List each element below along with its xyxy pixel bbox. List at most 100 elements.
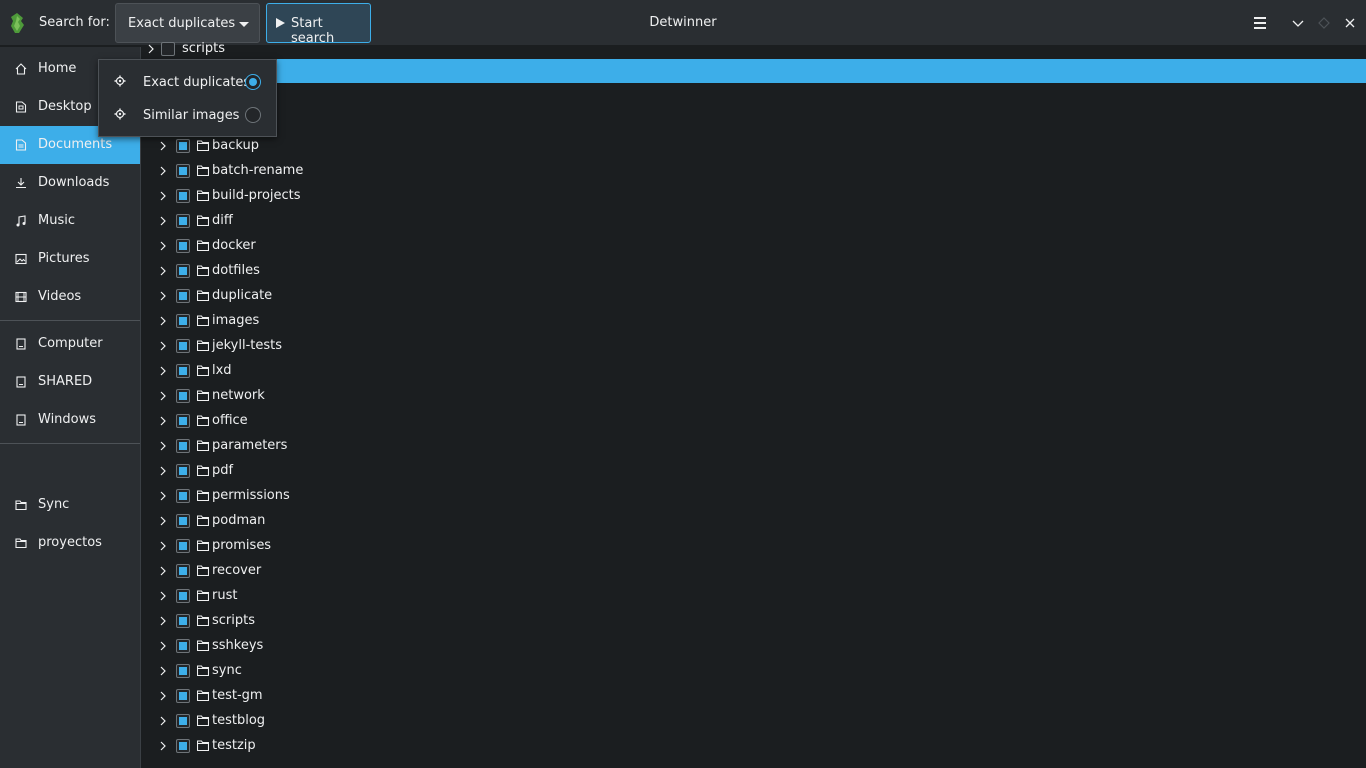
chevron-right-icon[interactable] — [159, 516, 167, 526]
tree-checkbox[interactable] — [176, 239, 190, 253]
tree-row[interactable]: testzip — [141, 734, 741, 759]
tree-row[interactable]: batch-rename — [141, 159, 741, 184]
tree-row[interactable]: scripts — [141, 609, 741, 634]
chevron-right-icon[interactable] — [159, 166, 167, 176]
option-exact-duplicates[interactable]: Exact duplicates — [99, 66, 276, 98]
chevron-right-icon[interactable] — [159, 441, 167, 451]
tree-row[interactable]: pdf — [141, 459, 741, 484]
tree-checkbox[interactable] — [176, 164, 190, 178]
sidebar-item-music[interactable]: Music — [0, 202, 140, 240]
tree-checkbox[interactable] — [176, 264, 190, 278]
sidebar-item-label: Videos — [38, 289, 82, 304]
tree-row[interactable]: sync — [141, 659, 741, 684]
tree-row[interactable]: parameters — [141, 434, 741, 459]
tree-row[interactable]: recover — [141, 559, 741, 584]
tree-row[interactable]: docker — [141, 234, 741, 259]
tree-checkbox[interactable] — [176, 464, 190, 478]
chevron-right-icon[interactable] — [159, 566, 167, 576]
tree-checkbox[interactable] — [176, 664, 190, 678]
chevron-right-icon[interactable] — [159, 491, 167, 501]
option-similar-images[interactable]: Similar images — [99, 99, 276, 131]
tree-checkbox[interactable] — [176, 589, 190, 603]
hamburger-menu-button[interactable] — [1248, 11, 1272, 35]
drive-icon — [16, 414, 26, 426]
tree-checkbox[interactable] — [176, 364, 190, 378]
chevron-right-icon[interactable] — [159, 716, 167, 726]
tree-checkbox[interactable] — [176, 539, 190, 553]
chevron-right-icon[interactable] — [159, 291, 167, 301]
tree-row[interactable]: backup — [141, 134, 741, 159]
chevron-right-icon[interactable] — [159, 541, 167, 551]
folder-name: batch-rename — [212, 163, 304, 178]
tree-row[interactable]: jekyll-tests — [141, 334, 741, 359]
chevron-right-icon[interactable] — [159, 191, 167, 201]
chevron-right-icon[interactable] — [159, 466, 167, 476]
tree-checkbox[interactable] — [176, 639, 190, 653]
chevron-right-icon[interactable] — [159, 641, 167, 651]
sidebar-item-downloads[interactable]: Downloads — [0, 164, 140, 202]
tree-row[interactable]: test-gm — [141, 684, 741, 709]
tree-checkbox[interactable] — [161, 42, 175, 56]
tree-row[interactable]: images — [141, 309, 741, 334]
tree-checkbox[interactable] — [176, 489, 190, 503]
tree-checkbox[interactable] — [176, 614, 190, 628]
sidebar-item-pictures[interactable]: Pictures — [0, 240, 140, 278]
sidebar-item-videos[interactable]: Videos — [0, 278, 140, 316]
tree-checkbox[interactable] — [176, 314, 190, 328]
tree-checkbox[interactable] — [176, 139, 190, 153]
tree-row[interactable]: permissions — [141, 484, 741, 509]
tree-row[interactable]: duplicate — [141, 284, 741, 309]
chevron-right-icon[interactable] — [159, 616, 167, 626]
chevron-right-icon[interactable] — [159, 266, 167, 276]
tree-row[interactable]: lxd — [141, 359, 741, 384]
tree-checkbox[interactable] — [176, 289, 190, 303]
tree-row[interactable]: rust — [141, 584, 741, 609]
tree-checkbox[interactable] — [176, 214, 190, 228]
chevron-right-icon[interactable] — [159, 391, 167, 401]
chevron-right-icon[interactable] — [159, 216, 167, 226]
chevron-right-icon[interactable] — [159, 666, 167, 676]
tree-row[interactable]: build-projects — [141, 184, 741, 209]
sidebar-item-computer[interactable]: Computer — [0, 325, 140, 363]
tree-row[interactable]: office — [141, 409, 741, 434]
tree-row[interactable]: promises — [141, 534, 741, 559]
tree-row[interactable]: network — [141, 384, 741, 409]
selected-row[interactable] — [141, 59, 1366, 83]
folder-icon — [197, 590, 209, 601]
tree-checkbox[interactable] — [176, 189, 190, 203]
maximize-button[interactable] — [1312, 11, 1336, 35]
tree-checkbox[interactable] — [176, 389, 190, 403]
radio-button[interactable] — [245, 107, 261, 123]
tree-checkbox[interactable] — [176, 414, 190, 428]
sidebar-item-sync[interactable]: Sync — [0, 486, 140, 524]
chevron-right-icon[interactable] — [159, 316, 167, 326]
close-button[interactable] — [1338, 11, 1362, 35]
tree-checkbox[interactable] — [176, 739, 190, 753]
chevron-right-icon[interactable] — [159, 691, 167, 701]
chevron-right-icon[interactable] — [159, 341, 167, 351]
tree-checkbox[interactable] — [176, 564, 190, 578]
minimize-button[interactable] — [1286, 11, 1310, 35]
sidebar-item-shared[interactable]: SHARED — [0, 363, 140, 401]
tree-checkbox[interactable] — [176, 714, 190, 728]
tree-row[interactable]: diff — [141, 209, 741, 234]
sidebar-item-windows[interactable]: Windows — [0, 401, 140, 439]
chevron-right-icon[interactable] — [159, 741, 167, 751]
chevron-right-icon[interactable] — [159, 366, 167, 376]
sidebar-item-proyectos[interactable]: proyectos — [0, 524, 140, 562]
tree-row[interactable]: testblog — [141, 709, 741, 734]
chevron-right-icon[interactable] — [159, 241, 167, 251]
tree-checkbox[interactable] — [176, 514, 190, 528]
chevron-right-icon[interactable] — [159, 591, 167, 601]
folder-name: network — [212, 388, 265, 403]
chevron-right-icon[interactable] — [147, 44, 155, 54]
radio-button-selected[interactable] — [245, 74, 261, 90]
tree-row[interactable]: sshkeys — [141, 634, 741, 659]
chevron-right-icon[interactable] — [159, 416, 167, 426]
tree-checkbox[interactable] — [176, 339, 190, 353]
tree-row[interactable]: dotfiles — [141, 259, 741, 284]
chevron-right-icon[interactable] — [159, 141, 167, 151]
tree-checkbox[interactable] — [176, 689, 190, 703]
tree-row[interactable]: podman — [141, 509, 741, 534]
tree-checkbox[interactable] — [176, 439, 190, 453]
